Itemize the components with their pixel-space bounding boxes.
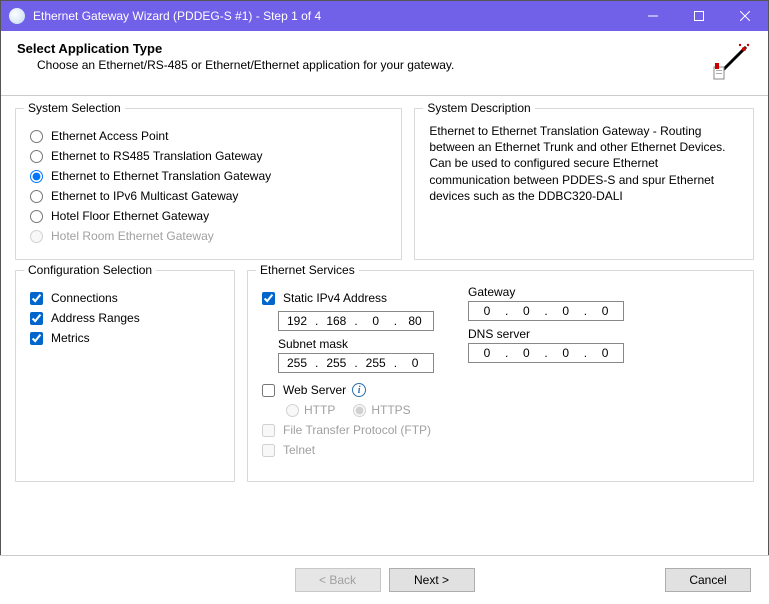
ftp-label: File Transfer Protocol (FTP) — [283, 423, 431, 437]
telnet-row: Telnet — [258, 443, 743, 457]
web-server-label: Web Server — [283, 383, 346, 397]
config-selection-option[interactable]: Connections — [26, 291, 224, 305]
config-selection-checkbox[interactable] — [30, 292, 43, 305]
telnet-label: Telnet — [283, 443, 315, 457]
page-title: Select Application Type — [17, 41, 702, 56]
app-icon — [9, 8, 25, 24]
configuration-selection-group: Configuration Selection ConnectionsAddre… — [15, 270, 235, 482]
next-button[interactable]: Next > — [389, 568, 475, 592]
system-description-group: System Description Ethernet to Ethernet … — [414, 108, 754, 260]
ip-octet[interactable] — [279, 356, 315, 370]
window-title: Ethernet Gateway Wizard (PDDEG-S #1) - S… — [33, 9, 630, 23]
system-selection-option[interactable]: Hotel Floor Ethernet Gateway — [26, 209, 391, 223]
wizard-wand-icon — [712, 41, 752, 81]
system-selection-option[interactable]: Ethernet Access Point — [26, 129, 391, 143]
https-label: HTTPS — [371, 403, 410, 417]
static-ip-label: Static IPv4 Address — [283, 291, 387, 305]
ip-octet[interactable] — [548, 304, 584, 318]
system-selection-option: Hotel Room Ethernet Gateway — [26, 229, 391, 243]
config-selection-label: Connections — [51, 291, 118, 305]
ip-octet[interactable] — [508, 304, 544, 318]
system-description-legend: System Description — [423, 101, 534, 115]
system-selection-label: Ethernet to Ethernet Translation Gateway — [51, 169, 271, 183]
system-selection-label: Hotel Floor Ethernet Gateway — [51, 209, 209, 223]
static-ip-check-row: Static IPv4 Address — [258, 291, 448, 305]
ip-octet[interactable] — [397, 314, 433, 328]
gateway-label: Gateway — [468, 285, 648, 299]
subnet-input[interactable]: . . . — [278, 353, 434, 373]
system-selection-label: Ethernet to IPv6 Multicast Gateway — [51, 189, 238, 203]
titlebar: Ethernet Gateway Wizard (PDDEG-S #1) - S… — [1, 1, 768, 31]
config-selection-label: Address Ranges — [51, 311, 140, 325]
system-selection-option[interactable]: Ethernet to IPv6 Multicast Gateway — [26, 189, 391, 203]
system-selection-label: Hotel Room Ethernet Gateway — [51, 229, 214, 243]
info-icon[interactable]: i — [352, 383, 366, 397]
http-radio — [286, 404, 299, 417]
web-server-row: Web Server i — [258, 383, 743, 397]
ip-octet[interactable] — [469, 346, 505, 360]
ip-octet[interactable] — [397, 356, 433, 370]
system-selection-radio[interactable] — [30, 130, 43, 143]
system-selection-radio[interactable] — [30, 170, 43, 183]
ip-octet[interactable] — [469, 304, 505, 318]
system-selection-group: System Selection Ethernet Access PointEt… — [15, 108, 402, 260]
web-server-checkbox[interactable] — [262, 384, 275, 397]
config-selection-label: Metrics — [51, 331, 90, 345]
system-selection-radio[interactable] — [30, 210, 43, 223]
ip-octet[interactable] — [587, 346, 623, 360]
config-selection-option[interactable]: Metrics — [26, 331, 224, 345]
dns-label: DNS server — [468, 327, 648, 341]
ip-octet[interactable] — [279, 314, 315, 328]
system-description-text: Ethernet to Ethernet Translation Gateway… — [425, 123, 743, 204]
telnet-checkbox — [262, 444, 275, 457]
wizard-header: Select Application Type Choose an Ethern… — [1, 31, 768, 96]
dns-input[interactable]: . . . — [468, 343, 624, 363]
system-selection-radio[interactable] — [30, 190, 43, 203]
ethernet-services-legend: Ethernet Services — [256, 263, 359, 277]
system-selection-radio[interactable] — [30, 150, 43, 163]
config-selection-option[interactable]: Address Ranges — [26, 311, 224, 325]
ip-octet[interactable] — [318, 314, 354, 328]
system-selection-option[interactable]: Ethernet to Ethernet Translation Gateway — [26, 169, 391, 183]
gateway-input[interactable]: . . . — [468, 301, 624, 321]
ftp-row: File Transfer Protocol (FTP) — [258, 423, 743, 437]
back-button: < Back — [295, 568, 381, 592]
page-subtitle: Choose an Ethernet/RS-485 or Ethernet/Et… — [37, 58, 702, 72]
static-ip-checkbox[interactable] — [262, 292, 275, 305]
static-ip-input[interactable]: . . . — [278, 311, 434, 331]
config-selection-checkbox[interactable] — [30, 312, 43, 325]
ip-octet[interactable] — [358, 356, 394, 370]
system-selection-label: Ethernet to RS485 Translation Gateway — [51, 149, 262, 163]
subnet-label: Subnet mask — [278, 337, 448, 351]
ip-octet[interactable] — [548, 346, 584, 360]
ip-octet[interactable] — [587, 304, 623, 318]
ftp-checkbox — [262, 424, 275, 437]
content-area: System Selection Ethernet Access Point Et… — [1, 96, 768, 500]
http-label: HTTP — [304, 403, 335, 417]
https-radio — [353, 404, 366, 417]
system-selection-label: Ethernet Access Point — [51, 129, 168, 143]
system-selection-legend: System Selection — [24, 101, 125, 115]
maximize-button[interactable] — [676, 1, 722, 31]
minimize-button[interactable] — [630, 1, 676, 31]
web-protocol-group: HTTP HTTPS — [286, 403, 743, 417]
close-button[interactable] — [722, 1, 768, 31]
ip-octet[interactable] — [318, 356, 354, 370]
ip-octet[interactable] — [358, 314, 394, 328]
cancel-button[interactable]: Cancel — [665, 568, 751, 592]
system-selection-radio — [30, 230, 43, 243]
ethernet-services-group: Ethernet Services Static IPv4 Address . … — [247, 270, 754, 482]
wizard-footer: < Back Next > Cancel — [0, 555, 769, 604]
ip-octet[interactable] — [508, 346, 544, 360]
config-selection-checkbox[interactable] — [30, 332, 43, 345]
configuration-selection-legend: Configuration Selection — [24, 263, 156, 277]
system-selection-option[interactable]: Ethernet to RS485 Translation Gateway — [26, 149, 391, 163]
